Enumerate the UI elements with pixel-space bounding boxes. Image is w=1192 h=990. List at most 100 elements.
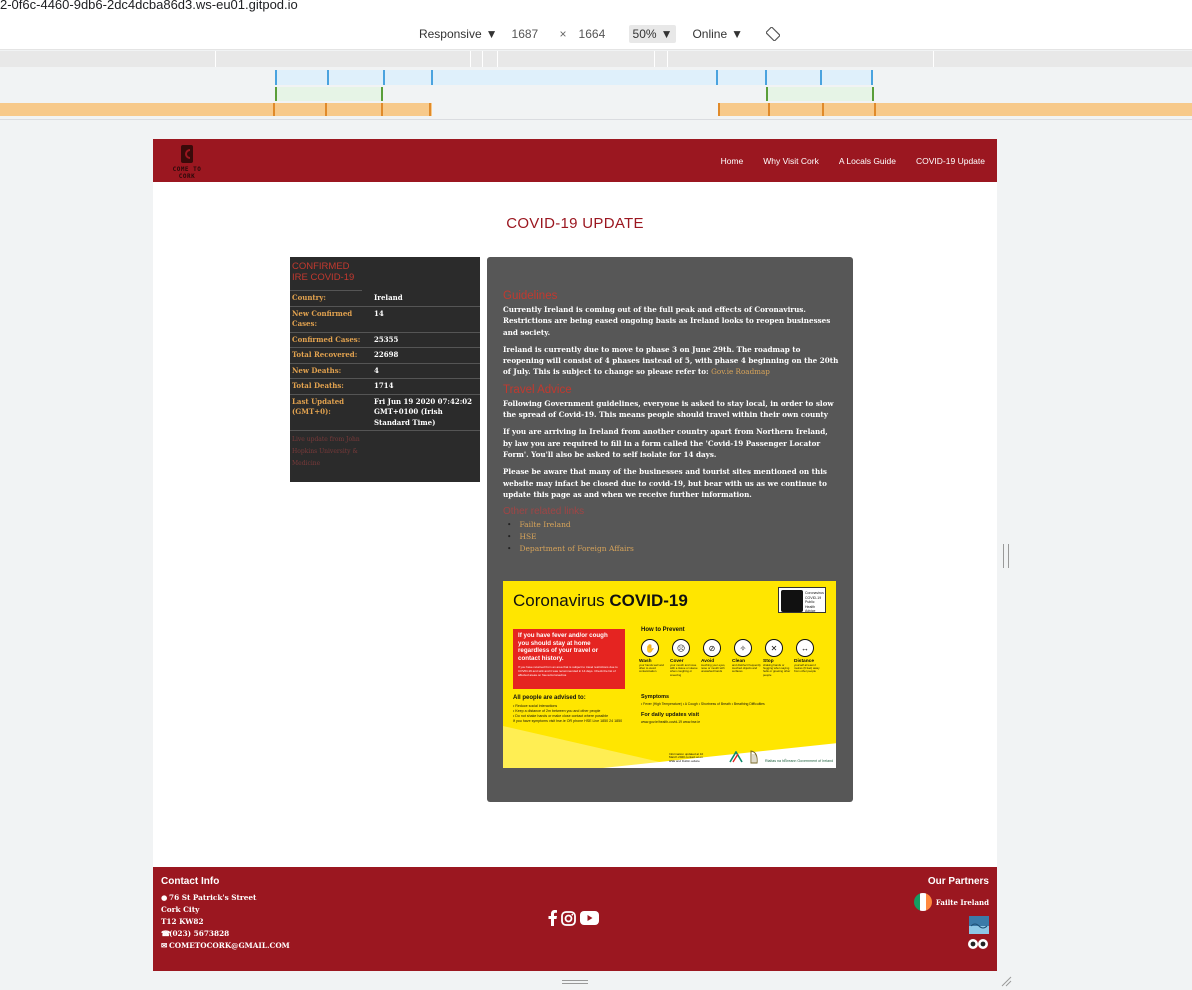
travel-heading: Travel Advice	[503, 383, 572, 396]
table-row: Total Recovered: 22698	[290, 347, 480, 364]
instagram-icon[interactable]	[561, 910, 576, 926]
poster-symptoms-title: Symptoms	[641, 694, 670, 700]
viewport-width-input[interactable]: 1687	[505, 23, 554, 44]
stat-label: Confirmed Cases:	[290, 332, 372, 348]
hse-partner-icon[interactable]	[969, 916, 989, 934]
zoom-dropdown[interactable]: 50% ▼	[628, 24, 677, 43]
harp-icon	[750, 750, 758, 764]
guidelines-paragraph: Ireland is currently due to move to phas…	[503, 344, 839, 378]
site-footer: Contact Info ● 76 St Patrick's Street Cor…	[153, 867, 997, 971]
viewport-resize-handle-bottom[interactable]	[562, 980, 588, 984]
poster-badge: Coronavirus COVID-19 Public Health Advic…	[778, 587, 826, 613]
media-query-bar-max[interactable]	[0, 51, 1192, 67]
stat-value: 22698	[372, 347, 480, 364]
media-query-bar-minmax[interactable]	[0, 70, 1192, 85]
poster-prevent-title: How to Prevent	[641, 627, 685, 633]
travel-paragraph: If you are arriving in Ireland from anot…	[503, 427, 828, 459]
prevent-sub: your hands well and often to avoid conta…	[639, 663, 664, 674]
nav-locals-guide[interactable]: A Locals Guide	[839, 156, 896, 166]
irish-flag-icon	[913, 893, 932, 911]
stat-value: Ireland	[372, 291, 480, 307]
prevent-sub: yourself at least 2 metres (6 feet) away…	[794, 663, 820, 674]
link-foreign-affairs[interactable]: Department of Foreign Affairs	[507, 543, 839, 555]
logo-mark-icon	[181, 145, 193, 163]
chevron-down-icon: ▼	[731, 26, 744, 41]
stat-value: 25355	[372, 332, 480, 348]
guidelines-text: Ireland is currently due to move to phas…	[503, 344, 839, 377]
poster-title-bold: COVID-19	[609, 591, 688, 610]
stat-label: Country:	[290, 291, 372, 307]
viewport-resize-handle-right[interactable]	[1003, 544, 1009, 568]
stats-source[interactable]: Live update from John Hopkins University…	[290, 431, 368, 473]
stat-value: 1714	[372, 378, 480, 395]
partner-label: Failte Ireland	[935, 897, 989, 907]
envelope-icon: ✉	[161, 941, 168, 950]
facebook-icon[interactable]	[548, 910, 557, 926]
related-links-heading: Other related links	[503, 506, 585, 518]
cover-icon: ☹	[672, 639, 690, 657]
viewport-resize-corner-icon[interactable]	[1000, 975, 1012, 987]
table-row: Confirmed Cases: 25355	[290, 332, 480, 348]
stat-label: Total Recovered:	[290, 347, 372, 364]
roadmap-link[interactable]: Gov.ie Roadmap	[711, 367, 770, 376]
guidelines-paragraph: Currently Ireland is coming out of the f…	[503, 305, 831, 337]
contact-details: ● 76 St Patrick's Street Cork City T12 KW…	[161, 892, 290, 952]
hse-logo-icon	[729, 751, 743, 763]
poster-advised-list: • Reduce social interactions • Keep a di…	[513, 704, 637, 724]
nav-home[interactable]: Home	[721, 156, 744, 166]
stat-label: Total Deaths:	[290, 378, 372, 395]
contact-heading: Contact Info	[161, 876, 220, 887]
prevent-sub: and disinfect frequently touched objects…	[732, 663, 761, 674]
stat-value: Fri Jun 19 2020 07:42:02 GMT+0100 (Irish…	[372, 394, 480, 431]
clean-icon: ✧	[734, 639, 752, 657]
stat-label: New Confirmed Cases:	[290, 306, 372, 333]
stat-value: 14	[372, 306, 480, 333]
email-address[interactable]: COMETOCORK@GMAIL.COM	[169, 941, 290, 950]
nav-covid-update[interactable]: COVID-19 Update	[916, 156, 985, 166]
related-links-list: Failte Ireland HSE Department of Foreign…	[507, 519, 839, 555]
address-line: 76 St Patrick's Street	[169, 893, 257, 902]
site-navbar: COME TO CORK Home Why Visit Cork A Local…	[153, 139, 997, 182]
emulated-viewport: COME TO CORK Home Why Visit Cork A Local…	[153, 139, 997, 971]
address-bar-url[interactable]: 2-0f6c-4460-9db6-2dc4dcba86d3.ws-eu01.gi…	[0, 0, 298, 12]
guidelines-heading: Guidelines	[503, 290, 558, 302]
viewport-height-input[interactable]: 1664	[572, 23, 621, 44]
chevron-down-icon: ▼	[485, 26, 498, 41]
page-title: COVID-19 UPDATE	[506, 215, 644, 232]
phone-icon: ☎	[161, 929, 171, 938]
partner-failte-ireland[interactable]: Failte Ireland	[913, 893, 989, 911]
prevent-sub: shaking hands or hugging when saying hel…	[763, 663, 791, 677]
advised-line: If you have symptoms visit hse.ie OR pho…	[513, 719, 623, 723]
chevron-down-icon: ▼	[660, 26, 673, 41]
phone-number[interactable]: (023) 5673828	[169, 929, 229, 938]
address-bar[interactable]: 2-0f6c-4460-9db6-2dc4dcba86d3.ws-eu01.gi…	[0, 0, 1192, 18]
device-mode-label: Responsive	[418, 26, 482, 41]
rotate-icon[interactable]	[765, 26, 781, 42]
tripadvisor-icon[interactable]	[967, 938, 989, 950]
virus-icon	[781, 590, 803, 612]
device-mode-dropdown[interactable]: Responsive ▼	[419, 27, 498, 41]
prevent-sub: your mouth and nose with a tissue or sle…	[670, 663, 698, 677]
throttle-label: Online	[692, 26, 728, 41]
youtube-icon[interactable]	[580, 911, 599, 925]
table-row: New Deaths: 4	[290, 363, 480, 379]
nav-links: Home Why Visit Cork A Locals Guide COVID…	[721, 139, 985, 182]
poster-warning-small: If you have returned from an area that i…	[518, 665, 618, 677]
table-row: Last Updated (GMT+0): Fri Jun 19 2020 07:…	[290, 394, 480, 431]
media-query-bar-green[interactable]	[0, 87, 1192, 101]
device-toolbar: Responsive ▼ 1687 × 1664 50% ▼ Online ▼	[0, 18, 1192, 50]
poster-updates-line: www.gov.ie/health-covid-19 www.hse.ie	[641, 720, 701, 724]
partners-heading: Our Partners	[927, 876, 989, 887]
media-query-bar-min[interactable]	[0, 103, 1192, 116]
site-logo[interactable]: COME TO CORK	[163, 144, 211, 180]
table-row: Total Deaths: 1714	[290, 378, 480, 395]
table-row: New Confirmed Cases: 14	[290, 306, 480, 333]
throttle-dropdown[interactable]: Online ▼	[692, 27, 743, 41]
nav-why-visit-cork[interactable]: Why Visit Cork	[763, 156, 819, 166]
link-failte-ireland[interactable]: Failte Ireland	[507, 519, 839, 531]
poster-warning-box: If you have fever and/or cough you shoul…	[513, 629, 625, 689]
poster-advised-title: All people are advised to:	[513, 695, 586, 701]
wash-icon: ✋	[641, 639, 659, 657]
link-hse[interactable]: HSE	[507, 531, 839, 543]
avoid-icon: ⊘	[703, 639, 721, 657]
